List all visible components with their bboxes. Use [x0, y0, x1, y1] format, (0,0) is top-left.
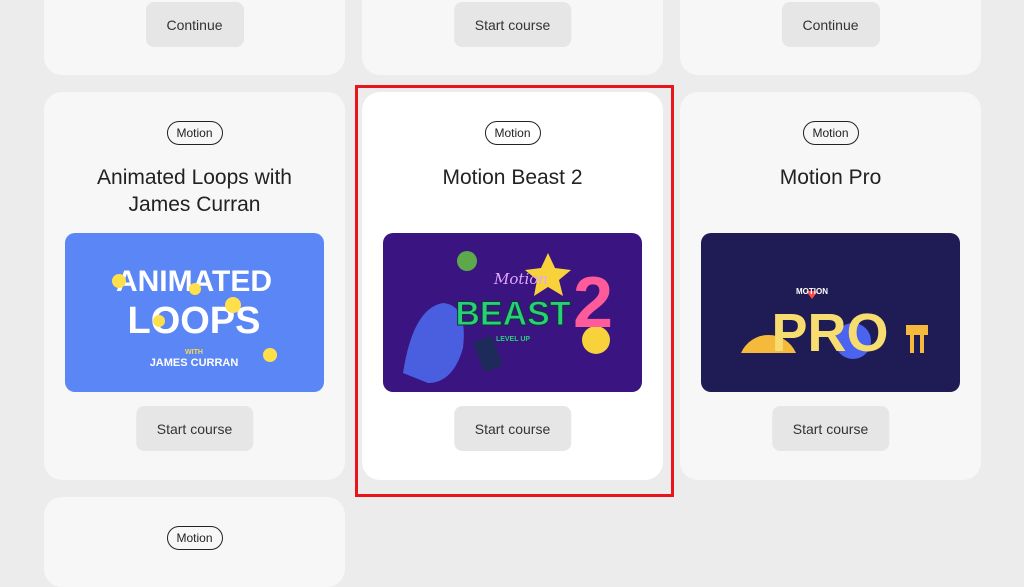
course-card-top-1: Continue [44, 0, 345, 75]
course-thumbnail[interactable]: ANIMATED LOOPS WITH JAMES CURRAN [65, 233, 324, 392]
continue-button[interactable]: Continue [781, 2, 880, 47]
motion-pro-artwork: MOTION PRO [701, 233, 960, 392]
start-course-button[interactable]: Start course [453, 2, 572, 47]
thumb-word: PRO [771, 303, 888, 363]
category-tag: Motion [802, 121, 859, 145]
course-card-animated-loops[interactable]: Motion Animated Loops with James Curran … [44, 92, 345, 480]
course-card-motion-pro[interactable]: Motion Motion Pro MOTION PRO Start cours… [680, 92, 981, 480]
course-thumbnail[interactable]: MOTION PRO [701, 233, 960, 392]
start-course-button[interactable]: Start course [771, 406, 890, 451]
course-title: Animated Loops with James Curran [97, 166, 292, 216]
selection-highlight [355, 85, 674, 497]
thumb-with: WITH [185, 349, 203, 356]
course-card-top-2: Start course [362, 0, 663, 75]
category-tag: Motion [166, 121, 223, 145]
animated-loops-artwork: ANIMATED LOOPS WITH JAMES CURRAN [65, 233, 324, 392]
thumb-small: MOTION [796, 287, 828, 296]
category-tag: Motion [166, 526, 223, 550]
course-title: Motion Pro [779, 166, 882, 189]
thumb-author: JAMES CURRAN [150, 357, 239, 369]
start-course-button[interactable]: Start course [135, 406, 254, 451]
course-card-bottom-1[interactable]: Motion [44, 497, 345, 587]
continue-button[interactable]: Continue [145, 2, 244, 47]
course-card-top-3: Continue [680, 0, 981, 75]
